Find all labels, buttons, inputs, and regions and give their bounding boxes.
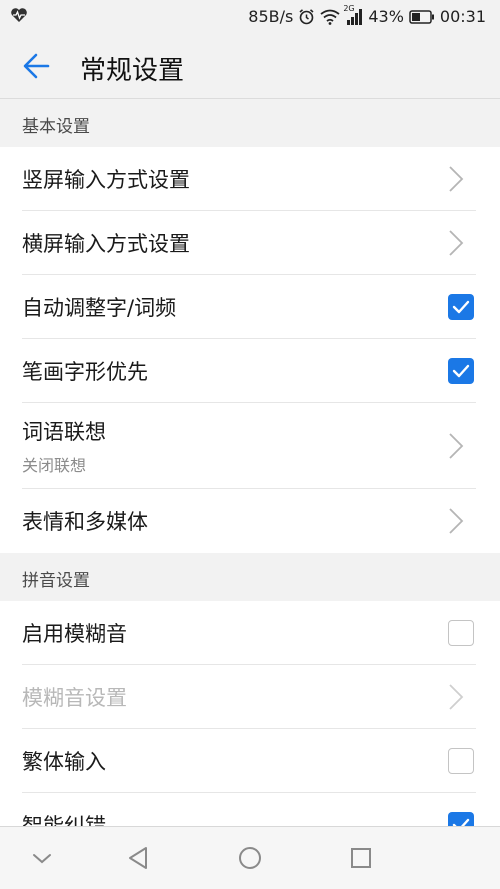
app-bar: 常规设置 (0, 34, 500, 99)
back-arrow-icon (23, 53, 50, 79)
collapse-button[interactable] (27, 843, 57, 873)
item-label: 繁体输入 (22, 750, 106, 774)
nav-back-button[interactable] (124, 843, 154, 873)
checkmark-icon (452, 364, 470, 378)
battery-percent: 43% (368, 7, 404, 26)
clock-time: 00:31 (439, 7, 486, 26)
navigation-bar (0, 826, 500, 889)
section-header-pinyin: 拼音设置 (0, 553, 500, 601)
battery-icon (409, 9, 435, 24)
settings-item-portrait-input[interactable]: 竖屏输入方式设置 (0, 147, 500, 211)
home-circle-icon (239, 847, 261, 869)
back-triangle-icon (129, 847, 147, 869)
wifi-icon (320, 9, 340, 25)
collapse-icon (33, 854, 51, 864)
recents-square-icon (351, 848, 371, 868)
home-button[interactable] (235, 843, 265, 873)
item-label: 启用模糊音 (22, 622, 127, 646)
settings-item-emoji-media[interactable]: 表情和多媒体 (0, 489, 500, 553)
item-label: 模糊音设置 (22, 686, 127, 710)
settings-item-smart-correction[interactable]: 智能纠错 (0, 793, 500, 826)
checkbox-unchecked[interactable] (448, 620, 474, 646)
checkbox-checked[interactable] (448, 358, 474, 384)
chevron-right-icon (449, 508, 464, 534)
checkbox-checked[interactable] (448, 294, 474, 320)
settings-item-stroke-priority[interactable]: 笔画字形优先 (0, 339, 500, 403)
settings-item-landscape-input[interactable]: 横屏输入方式设置 (0, 211, 500, 275)
cell-signal-icon: 2G (343, 4, 363, 25)
settings-item-traditional-input[interactable]: 繁体输入 (0, 729, 500, 793)
checkbox-checked[interactable] (448, 812, 474, 826)
settings-item-word-association[interactable]: 词语联想 关闭联想 (0, 403, 500, 489)
chevron-right-icon (449, 433, 464, 459)
item-label: 笔画字形优先 (22, 360, 148, 384)
item-label: 竖屏输入方式设置 (22, 168, 190, 192)
checkbox-unchecked[interactable] (448, 748, 474, 774)
settings-item-fuzzy-sound[interactable]: 启用模糊音 (0, 601, 500, 665)
health-heart-icon (10, 7, 28, 27)
checkmark-icon (452, 300, 470, 314)
status-bar: 85B/s 2G 43% 00:31 (0, 0, 500, 34)
settings-list: 基本设置 竖屏输入方式设置 横屏输入方式设置 自动调整字/词频 笔画字形优先 词… (0, 99, 500, 826)
settings-item-auto-frequency[interactable]: 自动调整字/词频 (0, 275, 500, 339)
item-label: 词语联想 (22, 420, 106, 444)
item-sublabel: 关闭联想 (22, 456, 87, 475)
item-label: 智能纠错 (22, 814, 106, 826)
settings-item-fuzzy-sound-settings: 模糊音设置 (0, 665, 500, 729)
network-speed: 85B/s (248, 7, 294, 26)
alarm-icon (298, 8, 315, 25)
page-title: 常规设置 (80, 56, 185, 86)
chevron-right-icon (449, 166, 464, 192)
section-header-basic: 基本设置 (0, 99, 500, 147)
network-type: 2G (343, 3, 355, 13)
chevron-right-icon (449, 230, 464, 256)
back-button[interactable] (18, 48, 58, 84)
recents-button[interactable] (346, 843, 376, 873)
chevron-right-icon (449, 684, 464, 710)
item-label: 表情和多媒体 (22, 510, 148, 534)
item-label: 自动调整字/词频 (22, 296, 177, 320)
item-label: 横屏输入方式设置 (22, 232, 190, 256)
checkmark-icon (452, 818, 470, 826)
